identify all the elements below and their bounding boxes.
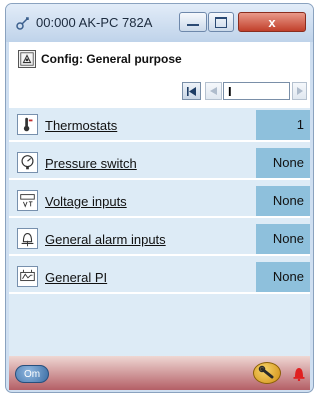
- first-page-button[interactable]: [182, 82, 201, 100]
- page-title: Config: General purpose: [41, 52, 182, 66]
- next-page-button[interactable]: [292, 82, 307, 100]
- arrow-left-icon: [210, 87, 217, 95]
- list-item-label: Thermostats: [45, 118, 118, 133]
- wrench-icon: [258, 365, 274, 379]
- alarm-input-icon: [17, 228, 38, 249]
- page-indicator: I: [223, 82, 290, 100]
- app-window: 00:000 AK-PC 782A x Config: General purp…: [5, 3, 314, 393]
- list-item-label: Pressure switch: [45, 156, 137, 171]
- voltage-input-icon: [17, 190, 38, 211]
- list-item-value[interactable]: None: [256, 186, 310, 216]
- window-title: 00:000 AK-PC 782A: [36, 15, 153, 30]
- maximize-button[interactable]: [208, 12, 234, 32]
- thermostat-icon: [17, 114, 38, 135]
- maximize-icon: [215, 16, 227, 28]
- title-bar[interactable]: 00:000 AK-PC 782A x: [6, 4, 313, 42]
- service-wrench-button[interactable]: [253, 362, 281, 384]
- close-button[interactable]: x: [238, 12, 306, 32]
- run-mode-label: Om: [23, 369, 41, 380]
- config-settings-icon[interactable]: [18, 50, 36, 68]
- list-item-value[interactable]: 1: [256, 110, 310, 140]
- run-mode-button[interactable]: Om: [15, 365, 49, 383]
- config-header: Config: General purpose: [9, 48, 310, 70]
- list-item-value[interactable]: None: [256, 262, 310, 292]
- pressure-gauge-icon: [17, 152, 38, 173]
- skip-first-icon: [187, 86, 196, 96]
- list-item-label: Voltage inputs: [45, 194, 127, 209]
- status-bar: Om: [9, 356, 310, 390]
- list-item-value[interactable]: None: [256, 224, 310, 254]
- close-icon: x: [268, 14, 276, 30]
- list-item-general-pi[interactable]: General PI None: [9, 262, 310, 294]
- list-item-value[interactable]: None: [256, 148, 310, 178]
- list-item-thermostats[interactable]: Thermostats 1: [9, 110, 310, 142]
- previous-page-button[interactable]: [205, 82, 222, 100]
- alarm-bell-icon[interactable]: [292, 365, 306, 381]
- pi-controller-icon: [17, 266, 38, 287]
- page-indicator-text: I: [228, 83, 232, 99]
- arrow-right-icon: [296, 87, 303, 95]
- app-icon: [16, 17, 29, 30]
- list-item-pressure-switch[interactable]: Pressure switch None: [9, 148, 310, 180]
- list-item-voltage-inputs[interactable]: Voltage inputs None: [9, 186, 310, 218]
- minimize-button[interactable]: [179, 12, 207, 32]
- list-item-label: General alarm inputs: [45, 232, 166, 247]
- config-list: Thermostats 1 Pressure switch None Volta…: [9, 108, 310, 368]
- minimize-icon: [187, 24, 199, 26]
- list-item-general-alarm-inputs[interactable]: General alarm inputs None: [9, 224, 310, 256]
- list-item-label: General PI: [45, 270, 108, 285]
- content-area: Config: General purpose I Thermostats 1 …: [9, 42, 310, 390]
